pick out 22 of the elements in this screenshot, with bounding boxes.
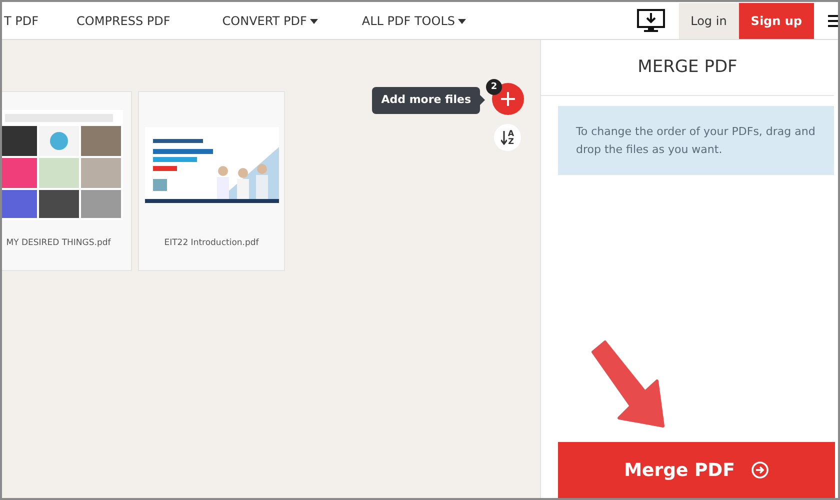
sort-button[interactable]: A Z bbox=[494, 124, 521, 151]
merge-button[interactable]: Merge PDF bbox=[558, 442, 835, 498]
info-message: To change the order of your PDFs, drag and drop the files as you want. bbox=[558, 106, 834, 176]
nav-link[interactable]: COMPRESS PDF bbox=[76, 12, 170, 30]
panel-title: MERGE PDF bbox=[638, 56, 738, 79]
file-card[interactable]: EIT22 Introduction.pdf bbox=[138, 91, 285, 271]
desktop-download-icon[interactable] bbox=[636, 8, 665, 32]
count-badge: 2 bbox=[486, 79, 502, 95]
login-button[interactable]: Log in bbox=[678, 2, 739, 38]
add-files-button[interactable] bbox=[492, 83, 524, 115]
nav-link[interactable]: ALL PDF TOOLS bbox=[362, 12, 466, 30]
signup-button[interactable]: Sign up bbox=[738, 2, 814, 38]
arrow-right-icon bbox=[750, 461, 769, 479]
down-arrow-icon bbox=[500, 130, 507, 144]
nav-link[interactable]: CONVERT PDF bbox=[222, 12, 318, 30]
tooltip: Add more files bbox=[372, 87, 480, 114]
nav-link[interactable]: T PDF bbox=[4, 12, 39, 30]
file-name: MY DESIRED THINGS.pdf bbox=[6, 237, 111, 250]
file-name: EIT22 Introduction.pdf bbox=[164, 237, 259, 250]
menu-icon[interactable] bbox=[828, 14, 838, 28]
file-card[interactable]: MY DESIRED THINGS.pdf bbox=[2, 91, 132, 271]
tooltip-pointer bbox=[480, 95, 485, 105]
